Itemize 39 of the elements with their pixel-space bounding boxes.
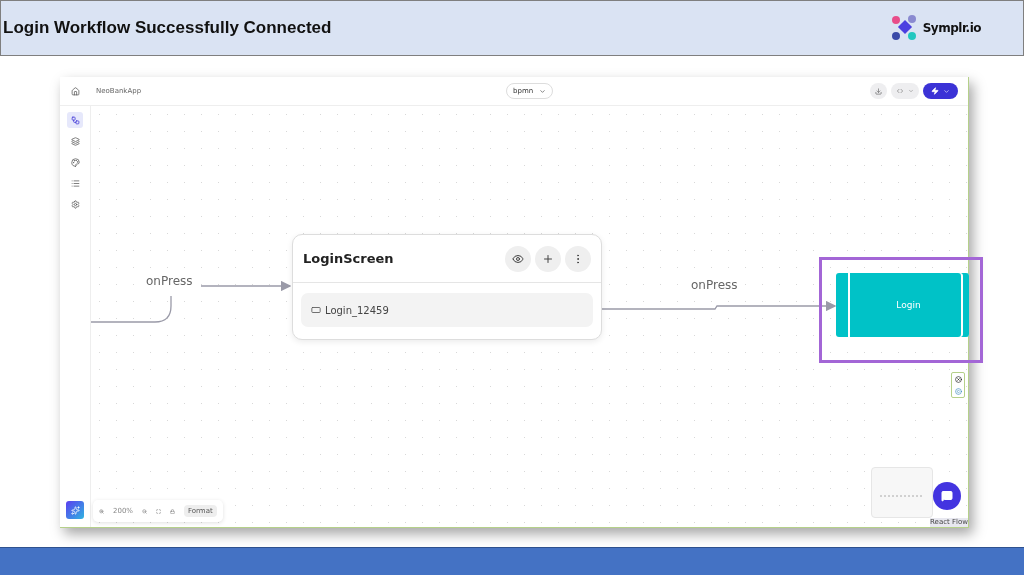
logo-text: Symplr.io: [922, 21, 981, 35]
list-icon: [70, 178, 80, 188]
item-label: Login_12459: [325, 304, 389, 316]
slide-title: Login Workflow Successfully Connected: [3, 18, 332, 38]
screen-node[interactable]: LoginScreen Login_12459: [292, 234, 602, 340]
plus-icon: [542, 252, 554, 265]
button-component-icon: [311, 305, 321, 315]
code-icon: [896, 87, 904, 95]
chevron-down-icon: [539, 87, 547, 95]
settings-icon: [70, 199, 80, 209]
copyright-icon: [954, 387, 962, 395]
sidebar-button[interactable]: [67, 112, 83, 128]
chat-button[interactable]: [933, 482, 961, 510]
preview-button[interactable]: [505, 245, 531, 272]
palette-icon: [70, 157, 80, 167]
chat-icon: [941, 490, 953, 502]
edge-label: onPress: [146, 274, 193, 288]
chevron-down-icon: [908, 88, 914, 94]
zoom-in-icon[interactable]: [99, 508, 104, 514]
layers-icon: [70, 136, 80, 146]
node-item[interactable]: Login_12459: [301, 293, 593, 327]
zoom-out-icon[interactable]: [142, 508, 147, 514]
node-title: LoginScreen: [303, 251, 394, 266]
flow-icon: [70, 115, 80, 125]
close-icon[interactable]: [954, 375, 962, 383]
code-button[interactable]: [891, 83, 919, 99]
run-button[interactable]: [923, 83, 958, 99]
edge-label: onPress: [691, 278, 738, 292]
add-button[interactable]: [535, 245, 561, 272]
lock-icon[interactable]: [170, 508, 175, 514]
lightning-icon: [931, 87, 939, 95]
eye-icon: [512, 252, 524, 265]
fit-view-icon[interactable]: [156, 508, 161, 514]
home-icon: [70, 86, 80, 96]
chevron-down-icon: [943, 87, 950, 95]
download-icon: [875, 87, 882, 95]
sparkle-icon: [70, 505, 80, 515]
ai-button[interactable]: [66, 501, 84, 519]
download-button[interactable]: [870, 83, 887, 99]
